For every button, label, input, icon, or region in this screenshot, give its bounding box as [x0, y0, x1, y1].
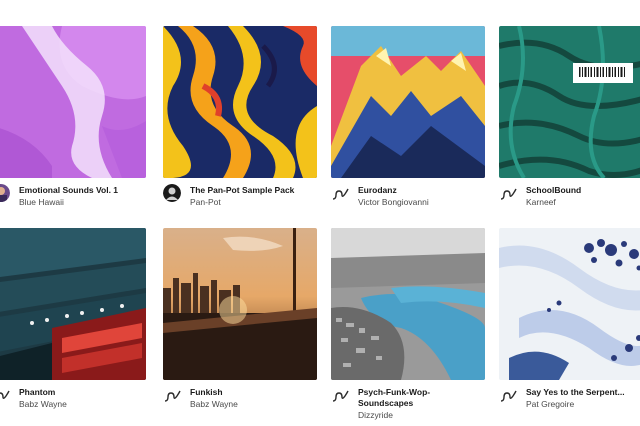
waveform-icon [331, 186, 349, 202]
pack-title[interactable]: Emotional Sounds Vol. 1 [19, 185, 146, 195]
pack-artist[interactable]: Victor Bongiovanni [358, 197, 485, 207]
pack-cover[interactable] [163, 26, 317, 178]
pack-cover[interactable] [331, 228, 485, 380]
pack-artist[interactable]: Pan-Pot [190, 197, 317, 207]
pack-artist[interactable]: Karneef [526, 197, 640, 207]
pack-title[interactable]: Funkish [190, 387, 317, 397]
pack-title[interactable]: The Pan-Pot Sample Pack [190, 185, 317, 195]
pack-artist[interactable]: Pat Gregoire [526, 399, 640, 409]
pack-artist[interactable]: Babz Wayne [190, 399, 317, 409]
waveform-icon [499, 388, 517, 404]
pack-cover[interactable] [331, 26, 485, 178]
pack-artist[interactable]: Babz Wayne [19, 399, 146, 409]
pack-artist[interactable]: Dizzyride [358, 410, 485, 420]
waveform-icon [331, 388, 349, 404]
pack-cover[interactable] [499, 26, 640, 178]
pack-artist[interactable]: Blue Hawaii [19, 197, 146, 207]
pack-cover[interactable] [0, 26, 146, 178]
waveform-icon [0, 388, 10, 404]
waveform-icon [163, 388, 181, 404]
sample-pack-grid: Emotional Sounds Vol. 1 Blue Hawaii The … [0, 0, 640, 420]
pack-cover[interactable] [499, 228, 640, 380]
pack-cover[interactable] [163, 228, 317, 380]
owner-avatar[interactable] [163, 184, 181, 202]
waveform-icon [499, 186, 517, 202]
pack-title[interactable]: Phantom [19, 387, 146, 397]
pack-title[interactable]: Psych-Funk-Wop-Soundscapes [358, 387, 485, 409]
pack-title[interactable]: Eurodanz [358, 185, 485, 195]
pack-cover[interactable] [0, 228, 146, 380]
pack-title[interactable]: SchoolBound [526, 185, 640, 195]
owner-avatar[interactable] [0, 184, 10, 202]
pack-title[interactable]: Say Yes to the Serpent... [526, 387, 640, 397]
